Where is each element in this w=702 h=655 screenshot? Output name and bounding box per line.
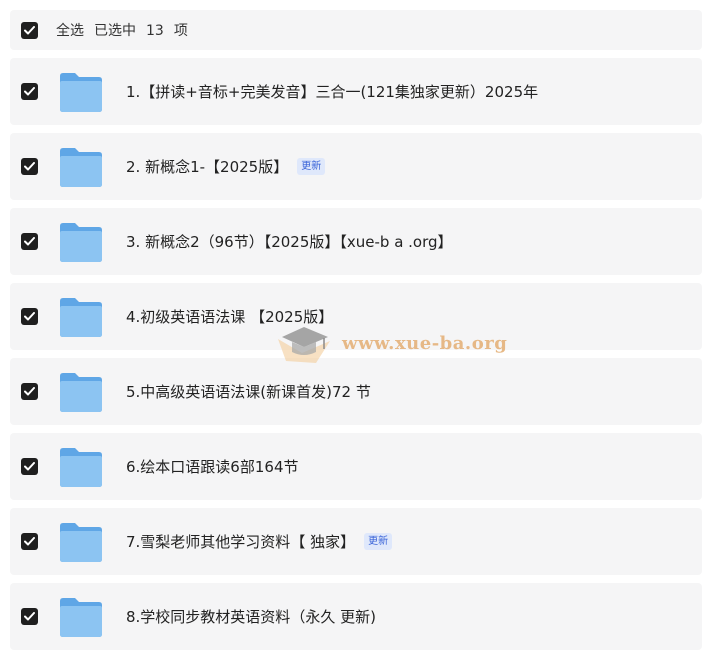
check-icon bbox=[24, 537, 35, 546]
folder-name[interactable]: 4.初级英语语法课 【2025版】 bbox=[126, 306, 333, 327]
folder-name[interactable]: 8.学校同步教材英语资料（永久 更新) bbox=[126, 606, 376, 627]
folder-icon bbox=[58, 221, 104, 263]
update-badge: 更新 bbox=[364, 533, 393, 550]
item-checkbox[interactable] bbox=[21, 458, 38, 475]
folder-name[interactable]: 7.雪梨老师其他学习资料【 独家】 bbox=[126, 531, 355, 552]
item-checkbox[interactable] bbox=[21, 158, 38, 175]
folder-name[interactable]: 2. 新概念1-【2025版】 bbox=[126, 156, 288, 177]
list-item[interactable]: 2. 新概念1-【2025版】 更新 bbox=[10, 133, 702, 200]
check-icon bbox=[24, 312, 35, 321]
selected-prefix: 已选中 bbox=[94, 23, 136, 39]
folder-name[interactable]: 1.【拼读+音标+完美发音】三合一(121集独家更新）2025年 bbox=[126, 81, 538, 102]
folder-icon bbox=[58, 296, 104, 338]
folder-icon bbox=[58, 521, 104, 563]
item-checkbox[interactable] bbox=[21, 83, 38, 100]
list-item[interactable]: 5.中高级英语语法课(新课首发)72 节 bbox=[10, 358, 702, 425]
folder-name[interactable]: 5.中高级英语语法课(新课首发)72 节 bbox=[126, 381, 371, 402]
select-all-label[interactable]: 全选 bbox=[56, 23, 84, 39]
item-checkbox[interactable] bbox=[21, 233, 38, 250]
folder-name[interactable]: 3. 新概念2（96节）【2025版】【xue-b a .org】 bbox=[126, 231, 453, 252]
check-icon bbox=[24, 25, 35, 34]
list-item[interactable]: 1.【拼读+音标+完美发音】三合一(121集独家更新）2025年 bbox=[10, 58, 702, 125]
list-item[interactable]: 6.绘本口语跟读6部164节 bbox=[10, 433, 702, 500]
folder-icon bbox=[58, 146, 104, 188]
item-checkbox[interactable] bbox=[21, 308, 38, 325]
folder-name[interactable]: 6.绘本口语跟读6部164节 bbox=[126, 456, 299, 477]
selection-summary: 全选 已选中 13 项 bbox=[56, 20, 198, 40]
selected-count: 13 bbox=[146, 23, 164, 39]
item-checkbox[interactable] bbox=[21, 533, 38, 550]
selected-suffix: 项 bbox=[173, 23, 188, 39]
check-icon bbox=[24, 237, 35, 246]
list-item[interactable]: 3. 新概念2（96节）【2025版】【xue-b a .org】 bbox=[10, 208, 702, 275]
list-item[interactable]: 4.初级英语语法课 【2025版】 bbox=[10, 283, 702, 350]
check-icon bbox=[24, 87, 35, 96]
item-checkbox[interactable] bbox=[21, 383, 38, 400]
check-icon bbox=[24, 462, 35, 471]
check-icon bbox=[24, 162, 35, 171]
folder-icon bbox=[58, 71, 104, 113]
check-icon bbox=[24, 612, 35, 621]
select-all-checkbox[interactable] bbox=[21, 21, 38, 39]
folder-icon bbox=[58, 446, 104, 488]
list-item[interactable]: 7.雪梨老师其他学习资料【 独家】 更新 bbox=[10, 508, 702, 575]
check-icon bbox=[24, 387, 35, 396]
list-item[interactable]: 8.学校同步教材英语资料（永久 更新) bbox=[10, 583, 702, 650]
folder-icon bbox=[58, 596, 104, 638]
folder-icon bbox=[58, 371, 104, 413]
selection-header: 全选 已选中 13 项 bbox=[10, 10, 702, 50]
update-badge: 更新 bbox=[297, 158, 326, 175]
item-checkbox[interactable] bbox=[21, 608, 38, 625]
